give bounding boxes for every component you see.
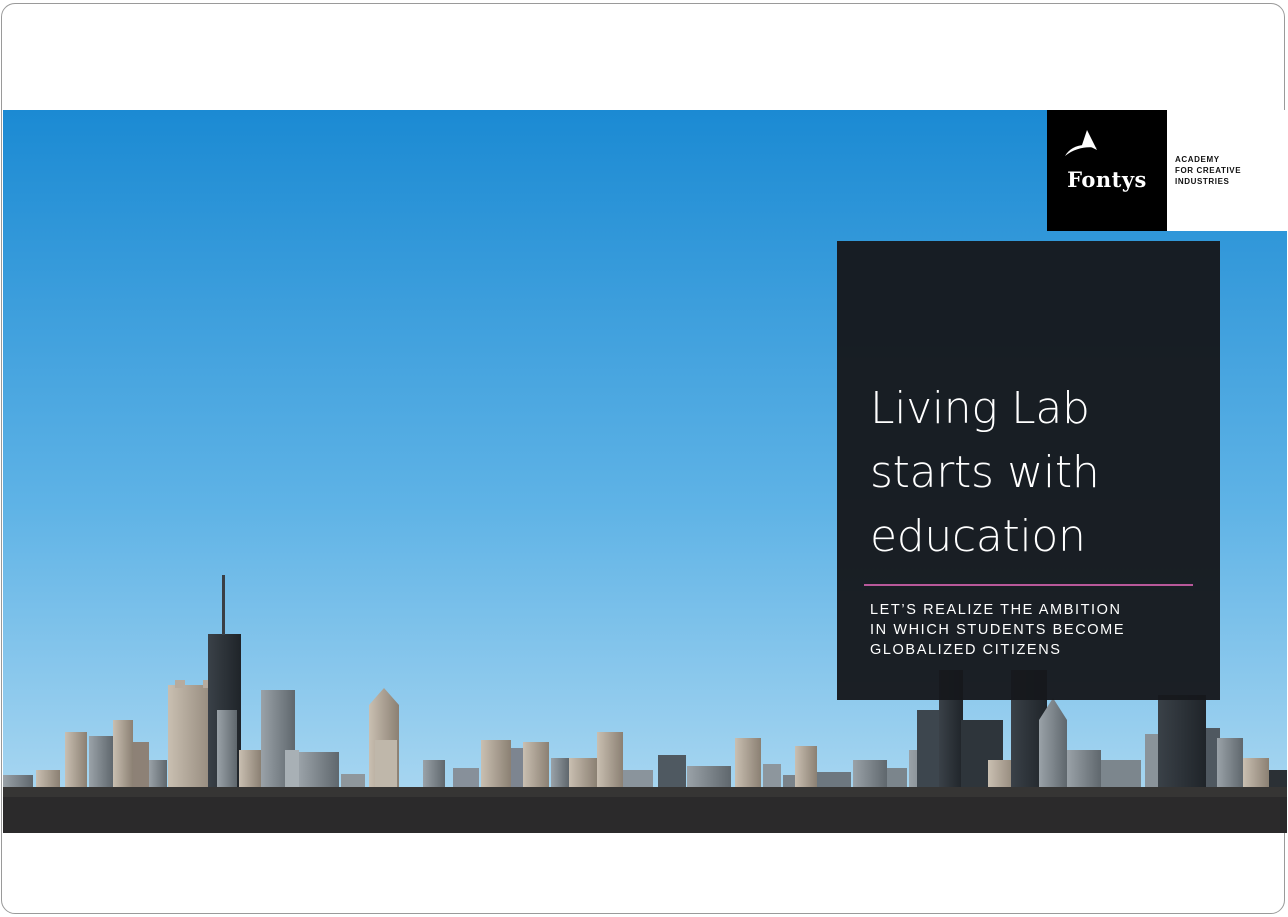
bird-icon — [1065, 130, 1097, 156]
title-line-2: starts with — [870, 447, 1100, 498]
logo-line-2: FOR CREATIVE — [1175, 166, 1242, 175]
logo-line-1: ACADEMY — [1175, 155, 1220, 164]
subtitle-line-2: IN WHICH STUDENTS BECOME — [870, 622, 1126, 638]
logo-wordmark: Fontys — [1067, 167, 1147, 192]
logo-text-panel: ACADEMY FOR CREATIVE INDUSTRIES — [1167, 110, 1287, 231]
title-line-3: education — [870, 511, 1086, 562]
slide-subtitle: LET’S REALIZE THE AMBITION IN WHICH STUD… — [870, 600, 1200, 660]
logo-wordmark-panel: Fontys — [1047, 110, 1167, 231]
accent-divider — [864, 584, 1193, 586]
logo-line-3: INDUSTRIES — [1175, 177, 1230, 186]
title-line-1: Living Lab — [870, 383, 1090, 434]
subtitle-line-1: LET’S REALIZE THE AMBITION — [870, 602, 1122, 618]
subtitle-line-3: GLOBALIZED CITIZENS — [870, 642, 1062, 658]
fontys-logo: Fontys ACADEMY FOR CREATIVE INDUSTRIES — [1047, 110, 1287, 231]
title-card: Living Lab starts with education LET’S R… — [837, 241, 1220, 700]
slide-title: Living Lab starts with education — [870, 377, 1200, 569]
